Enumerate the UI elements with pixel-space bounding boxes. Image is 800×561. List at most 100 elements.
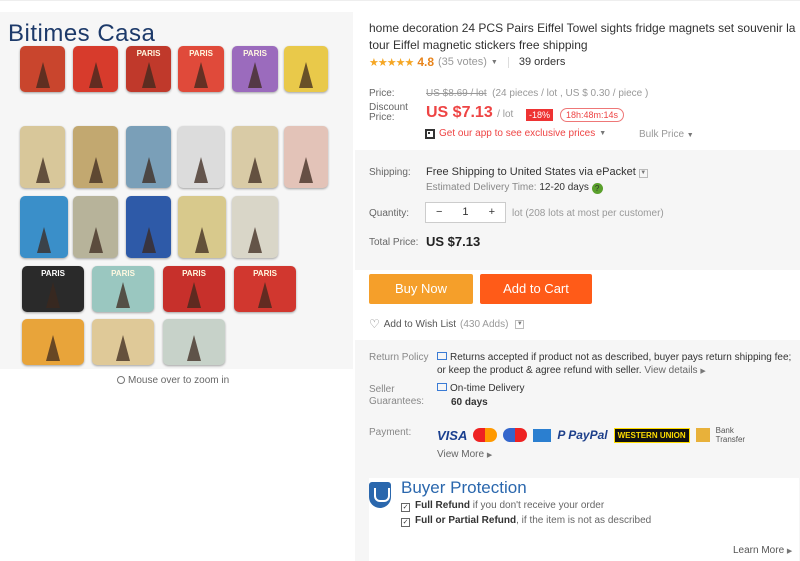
eiffel-tower-icon bbox=[116, 282, 130, 309]
orders-count: 39 orders bbox=[518, 56, 566, 68]
rating-value: 4.8 bbox=[417, 55, 434, 69]
buyer-protection-title: Buyer Protection bbox=[401, 478, 527, 497]
old-price: US $8.69 / lot (24 pieces / lot , US $ 0… bbox=[426, 88, 648, 99]
brand-logo: Bitimes Casa bbox=[8, 20, 156, 47]
eiffel-tower-icon bbox=[35, 157, 50, 184]
view-more-text[interactable]: View More bbox=[437, 449, 484, 460]
chevron-down-icon[interactable]: ▼ bbox=[599, 130, 606, 137]
magnet-thumbnail[interactable] bbox=[20, 196, 68, 258]
eiffel-tower-icon bbox=[141, 62, 156, 89]
top-border bbox=[0, 0, 800, 1]
shipping-method[interactable]: Free Shipping to United States via ePack… bbox=[426, 166, 648, 178]
magnet-thumbnail[interactable] bbox=[126, 196, 171, 258]
partial-refund-line: ✓ Full or Partial Refund, if the item is … bbox=[401, 515, 651, 527]
view-details-link[interactable]: View details bbox=[644, 365, 697, 376]
magnet-thumbnail[interactable]: PARIS bbox=[163, 266, 225, 312]
chevron-right-icon[interactable]: ▶ bbox=[787, 548, 792, 555]
magnet-thumbnail[interactable] bbox=[284, 126, 328, 188]
eiffel-tower-icon bbox=[88, 227, 103, 254]
magnet-thumbnail[interactable] bbox=[126, 126, 171, 188]
eiffel-tower-icon bbox=[194, 62, 208, 89]
magnet-label: PARIS bbox=[243, 48, 267, 58]
zoom-hint: Mouse over to zoom in bbox=[117, 375, 229, 386]
app-promo-link[interactable]: Get our app to see exclusive prices ▼ bbox=[425, 128, 606, 139]
magnet-thumbnail[interactable]: PARIS bbox=[92, 266, 154, 312]
magnet-label: PARIS bbox=[41, 268, 65, 278]
wish-list-link[interactable]: ♡ Add to Wish List (430 Adds) ▼ bbox=[369, 317, 525, 331]
eiffel-tower-icon bbox=[194, 157, 208, 184]
magnet-thumbnail[interactable] bbox=[178, 196, 226, 258]
chevron-down-icon[interactable]: ▼ bbox=[515, 319, 525, 329]
learn-more-text[interactable]: Learn More bbox=[733, 545, 784, 556]
chevron-down-icon[interactable]: ▼ bbox=[638, 169, 648, 178]
magnet-thumbnail[interactable] bbox=[22, 319, 84, 365]
maestro-icon bbox=[503, 428, 528, 442]
magnet-thumbnail[interactable] bbox=[163, 319, 225, 365]
visa-icon: VISA bbox=[437, 427, 468, 443]
magnet-thumbnail[interactable] bbox=[284, 46, 328, 92]
return-text: Returns accepted if product not as descr… bbox=[437, 352, 792, 376]
magnet-thumbnail[interactable] bbox=[73, 196, 118, 258]
eiffel-tower-icon bbox=[258, 282, 272, 309]
heart-icon[interactable]: ♡ bbox=[369, 317, 380, 331]
payment-methods: VISA P PayPal WESTERN UNION Bank Transfe… bbox=[437, 426, 750, 444]
magnet-thumbnail[interactable]: PARIS bbox=[22, 266, 84, 312]
votes-count[interactable]: (35 votes) bbox=[438, 56, 487, 68]
wish-text[interactable]: Add to Wish List bbox=[384, 319, 456, 330]
magnet-thumbnail[interactable]: PARIS bbox=[178, 46, 224, 92]
eiffel-tower-icon bbox=[46, 335, 60, 362]
product-image-gallery[interactable]: Bitimes Casa PARIS PARIS PARIS PARIS PARIS PA… bbox=[0, 12, 353, 369]
ontime-text: On-time Delivery bbox=[450, 383, 525, 394]
return-policy-label: Return Policy bbox=[369, 352, 429, 363]
full-refund-line: ✓ Full Refund if you don't receive your o… bbox=[401, 500, 604, 512]
delivery-icon bbox=[437, 383, 447, 391]
magnet-thumbnail[interactable]: PARIS bbox=[234, 266, 296, 312]
chevron-right-icon[interactable]: ▶ bbox=[487, 452, 492, 459]
total-price-label: Total Price: bbox=[369, 237, 419, 248]
quantity-stepper[interactable]: − 1 + bbox=[425, 202, 506, 223]
western-union-icon: WESTERN UNION bbox=[613, 427, 690, 443]
quantity-input[interactable]: 1 bbox=[452, 203, 478, 222]
add-to-cart-button[interactable]: Add to Cart bbox=[480, 274, 592, 304]
magnet-label: PARIS bbox=[189, 48, 213, 58]
eiffel-tower-icon bbox=[299, 157, 313, 184]
magnet-thumbnail[interactable] bbox=[92, 319, 154, 365]
plus-button[interactable]: + bbox=[479, 203, 505, 222]
magnet-thumbnail[interactable]: PARIS bbox=[126, 46, 171, 92]
magnet-thumbnail[interactable] bbox=[73, 46, 118, 92]
magnet-thumbnail[interactable] bbox=[232, 126, 278, 188]
minus-button[interactable]: − bbox=[426, 203, 452, 222]
chevron-right-icon[interactable]: ▶ bbox=[700, 368, 705, 375]
chevron-down-icon[interactable]: ▼ bbox=[491, 59, 498, 66]
view-more-link[interactable]: View More ▶ bbox=[437, 449, 492, 460]
magnet-thumbnail[interactable] bbox=[20, 46, 65, 92]
eiffel-tower-icon bbox=[299, 62, 313, 89]
magnet-thumbnail[interactable]: PARIS bbox=[232, 46, 278, 92]
partial-refund-strong: Full or Partial Refund bbox=[415, 515, 517, 526]
lot-limit-note: lot (208 lots at most per customer) bbox=[512, 208, 664, 219]
old-price-detail: (24 pieces / lot , US $ 0.30 / piece ) bbox=[492, 88, 649, 99]
eiffel-tower-icon bbox=[141, 157, 156, 184]
amex-icon bbox=[533, 428, 552, 442]
magnet-thumbnail[interactable] bbox=[178, 126, 224, 188]
old-price-value: US $8.69 / lot bbox=[426, 88, 487, 99]
magnet-label: PARIS bbox=[253, 268, 277, 278]
magnet-thumbnail[interactable] bbox=[232, 196, 278, 258]
shipping-destination: to United States via ePacket bbox=[494, 166, 636, 178]
magnet-label: PARIS bbox=[136, 48, 161, 58]
bulk-price-text[interactable]: Bulk Price bbox=[639, 129, 684, 140]
eiffel-tower-icon bbox=[37, 227, 51, 254]
est-value: 12-20 days bbox=[539, 182, 589, 193]
chevron-down-icon[interactable]: ▼ bbox=[687, 132, 694, 139]
eiffel-tower-icon bbox=[195, 227, 209, 254]
price-unit: / lot bbox=[497, 109, 514, 120]
eiffel-tower-icon bbox=[187, 335, 201, 362]
app-promo-text[interactable]: Get our app to see exclusive prices bbox=[439, 128, 595, 139]
learn-more-link[interactable]: Learn More ▶ bbox=[733, 545, 792, 556]
magnet-thumbnail[interactable] bbox=[73, 126, 118, 188]
buy-now-button[interactable]: Buy Now bbox=[369, 274, 473, 304]
help-icon[interactable]: ? bbox=[591, 183, 603, 194]
magnet-thumbnail[interactable] bbox=[20, 126, 65, 188]
bulk-price-link[interactable]: Bulk Price ▼ bbox=[639, 129, 694, 140]
zoom-hint-text: Mouse over to zoom in bbox=[128, 375, 230, 386]
